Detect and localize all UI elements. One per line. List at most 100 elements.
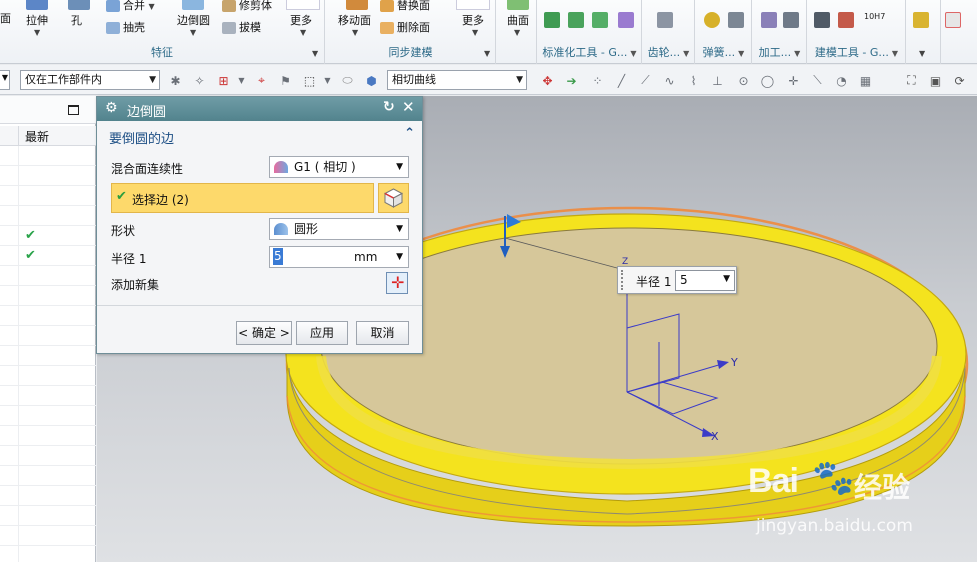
move-face-dropdown-icon[interactable]: ▼ [352,28,358,37]
table-row[interactable] [0,486,96,506]
table-row[interactable] [0,466,96,486]
sync-more-dropdown-icon[interactable]: ▼ [472,28,478,37]
fastener-tool-button[interactable]: 10H7 [864,12,885,21]
edge-blend-dropdown-icon[interactable]: ▼ [190,28,196,37]
chevron-up-icon[interactable]: ⌃ [404,126,415,141]
selection-box-icon[interactable]: ⊞ [216,73,231,88]
snap-icon[interactable]: ✧ [192,73,207,88]
table-row[interactable] [0,186,96,206]
partial-right-edge-icon[interactable] [945,12,961,28]
std-tool-2-icon[interactable] [568,12,584,28]
table-row[interactable] [0,306,96,326]
spring-tool-1-icon[interactable] [704,12,720,28]
feature-group-expand-icon[interactable]: ▼ [312,49,318,58]
table-row[interactable] [0,326,96,346]
column-latest-header[interactable]: 最新 [25,128,49,145]
body-select-icon[interactable]: ⬭ [340,73,355,88]
table-row[interactable] [0,406,96,426]
surface-dropdown-icon[interactable]: ▼ [514,28,520,37]
draft-button[interactable]: 拔模 [222,19,261,35]
machining-tool-2-icon[interactable] [783,12,799,28]
chevron-down-icon[interactable]: ▼ [723,274,730,284]
snap-center-icon[interactable]: ⊙ [736,73,751,88]
edge-blend-ribbon-button[interactable]: 边倒圆 [177,12,210,28]
rectangle-select-dropdown-icon[interactable]: ▼ [320,73,335,88]
feature-more-dropdown-icon[interactable]: ▼ [300,28,306,37]
filter-icon[interactable]: ✱ [168,73,183,88]
select-edge-row[interactable]: ✔ 选择边 (2) [111,183,374,213]
snap-face-icon[interactable]: ◔ [834,73,849,88]
unite-button[interactable]: 合并 ▼ [106,0,155,13]
point-snap-icon[interactable]: ⌖ [254,73,269,88]
snap-grid-point-icon[interactable]: ▦ [858,73,873,88]
table-row[interactable] [0,366,96,386]
snap-curve-icon[interactable]: ∿ [662,73,677,88]
extrude-dropdown-icon[interactable]: ▼ [34,28,40,37]
delete-face-button[interactable]: 删除面 [380,19,430,35]
drag-handle-icon[interactable] [621,270,625,290]
refresh-icon[interactable]: ⟳ [952,73,967,88]
sync-group-expand-icon[interactable]: ▼ [484,49,490,58]
std-tool-3-icon[interactable] [592,12,608,28]
snap-grid-icon[interactable]: ⁘ [590,73,605,88]
snap-segment-icon[interactable]: ⟋ [638,73,653,88]
add-new-set-button[interactable]: ✛ [386,272,408,294]
table-row[interactable] [0,166,96,186]
select-edge-button[interactable] [378,183,409,213]
snap-intersection-icon[interactable]: ✛ [786,73,801,88]
hole-button[interactable]: 孔 [71,12,82,28]
maximize-icon[interactable] [68,105,79,115]
spring-tool-2-icon[interactable] [728,12,744,28]
rectangle-select-icon[interactable]: ⬚ [302,73,317,88]
snap-line-icon[interactable]: ╱ [614,73,629,88]
section-edges-to-blend[interactable]: 要倒圆的边 ⌃ [103,125,417,147]
table-row[interactable] [0,526,96,546]
std-tool-1-icon[interactable] [544,12,560,28]
partial-right-tool-icon[interactable] [913,12,929,28]
shell-button[interactable]: 抽壳 [106,19,145,35]
table-row[interactable]: ✔ [0,226,96,246]
feature-more-button[interactable]: 更多 [290,12,312,28]
snap-spline-icon[interactable]: ⌇ [686,73,701,88]
chevron-down-icon[interactable]: ▼ [396,247,403,267]
ribbon-partial-face-button[interactable]: 面 [0,10,11,26]
apply-button[interactable]: 应用 [296,321,348,345]
trim-body-button[interactable]: 修剪体 [222,0,272,13]
view-window-icon[interactable]: ▣ [928,73,943,88]
extrude-button[interactable]: 拉伸 [26,12,48,28]
cancel-button[interactable]: 取消 [356,321,409,345]
ok-button[interactable]: < 确定 > [236,321,292,345]
table-row[interactable] [0,286,96,306]
table-row[interactable] [0,386,96,406]
table-row[interactable] [0,206,96,226]
table-row[interactable]: ✔ [0,246,96,266]
sync-more-button[interactable]: 更多 [462,12,484,28]
snap-endpoint-icon[interactable]: ✥ [540,73,555,88]
floating-radius-field[interactable]: 5 ▼ [675,270,735,291]
snap-perpendicular-icon[interactable]: ⊥ [710,73,725,88]
feature-select-icon[interactable]: ⚑ [278,73,293,88]
view-fit-icon[interactable]: ⛶ [904,73,919,88]
shape-select[interactable]: 圆形 ▼ [269,218,409,240]
selection-box-dropdown-icon[interactable]: ▼ [234,73,249,88]
machining-tool-1-icon[interactable] [761,12,777,28]
snap-circle-icon[interactable]: ◯ [760,73,775,88]
reset-icon[interactable]: ↻ [383,99,395,115]
surface-button[interactable]: 曲面 [507,12,529,28]
solid-select-icon[interactable]: ⬢ [364,73,379,88]
modeling-tool-1-icon[interactable] [814,12,830,28]
blend-continuity-select[interactable]: G1 ( 相切 ) ▼ [269,156,409,178]
modeling-tool-2-icon[interactable] [838,12,854,28]
snap-arrow-icon[interactable]: ➔ [564,73,579,88]
table-row[interactable] [0,266,96,286]
selection-scope-combo[interactable]: 仅在工作部件内 ▼ [20,70,160,90]
dialog-title-bar[interactable]: ⚙ 边倒圆 ↻ ✕ [97,97,422,121]
radius-input[interactable]: 5 mm ▼ [269,246,409,268]
snap-tangent-icon[interactable]: ⟍ [810,73,825,88]
partial-right-expand-icon[interactable]: ▼ [919,49,925,58]
replace-face-button[interactable]: 替换面 [380,0,430,13]
std-tool-4-icon[interactable] [618,12,634,28]
table-row[interactable] [0,346,96,366]
close-icon[interactable]: ✕ [402,98,415,116]
table-row[interactable] [0,446,96,466]
